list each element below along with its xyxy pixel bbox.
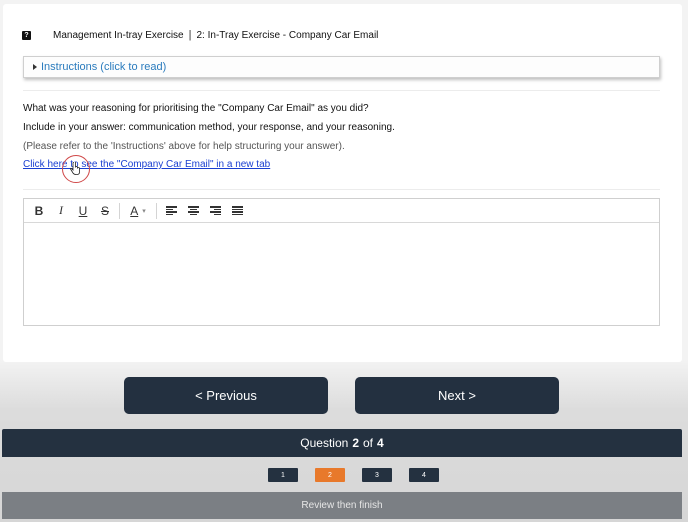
triangle-right-icon xyxy=(33,64,37,70)
instructions-toggle[interactable]: Instructions (click to read) xyxy=(23,56,660,78)
breadcrumb-separator: | xyxy=(188,29,192,41)
divider xyxy=(23,90,660,91)
chevron-down-icon: ▾ xyxy=(142,207,146,215)
divider xyxy=(23,189,660,190)
exercise-title: 2: In-Tray Exercise - Company Car Email xyxy=(196,29,379,41)
question-text: What was your reasoning for prioritising… xyxy=(23,103,369,114)
align-right-button[interactable] xyxy=(204,201,226,221)
align-left-button[interactable] xyxy=(160,201,182,221)
toolbar-separator xyxy=(156,202,157,219)
course-title: Management In-tray Exercise xyxy=(53,29,184,41)
next-button[interactable]: Next > xyxy=(355,377,559,414)
font-color-icon: A xyxy=(130,203,139,218)
rich-text-editor: B I U S A ▾ xyxy=(23,198,660,326)
align-justify-icon xyxy=(231,206,243,215)
page-button-4[interactable]: 4 xyxy=(409,468,439,482)
strikethrough-button[interactable]: S xyxy=(94,201,116,221)
question-hint: Include in your answer: communication me… xyxy=(23,122,395,133)
question-progress: Question 2 of 4 xyxy=(2,429,682,457)
review-finish-button[interactable]: Review then finish xyxy=(2,492,682,519)
hand-cursor-icon xyxy=(70,162,80,175)
align-left-icon xyxy=(165,206,177,215)
align-center-button[interactable] xyxy=(182,201,204,221)
breadcrumb: Management In-tray Exercise | 2: In-Tray… xyxy=(53,29,378,41)
instructions-label: Instructions (click to read) xyxy=(41,61,167,73)
progress-prefix: Question xyxy=(300,436,349,450)
italic-button[interactable]: I xyxy=(50,201,72,221)
editor-toolbar: B I U S A ▾ xyxy=(24,199,659,223)
email-link[interactable]: Click here to see the "Company Car Email… xyxy=(23,159,270,170)
progress-of: of xyxy=(363,436,374,450)
progress-current: 2 xyxy=(352,436,359,450)
previous-button[interactable]: < Previous xyxy=(124,377,328,414)
bold-button[interactable]: B xyxy=(28,201,50,221)
progress-total: 4 xyxy=(377,436,384,450)
question-note: (Please refer to the 'Instructions' abov… xyxy=(23,141,345,152)
align-right-icon xyxy=(209,206,221,215)
align-justify-button[interactable] xyxy=(226,201,248,221)
page-button-3[interactable]: 3 xyxy=(362,468,392,482)
page-button-1[interactable]: 1 xyxy=(268,468,298,482)
help-icon[interactable]: ? xyxy=(22,31,31,40)
question-pager: 1 2 3 4 xyxy=(268,468,439,482)
toolbar-separator xyxy=(119,202,120,219)
font-color-button[interactable]: A ▾ xyxy=(123,201,153,221)
editor-content-area[interactable] xyxy=(24,223,659,325)
page-button-2[interactable]: 2 xyxy=(315,468,345,482)
underline-button[interactable]: U xyxy=(72,201,94,221)
align-center-icon xyxy=(187,206,199,215)
